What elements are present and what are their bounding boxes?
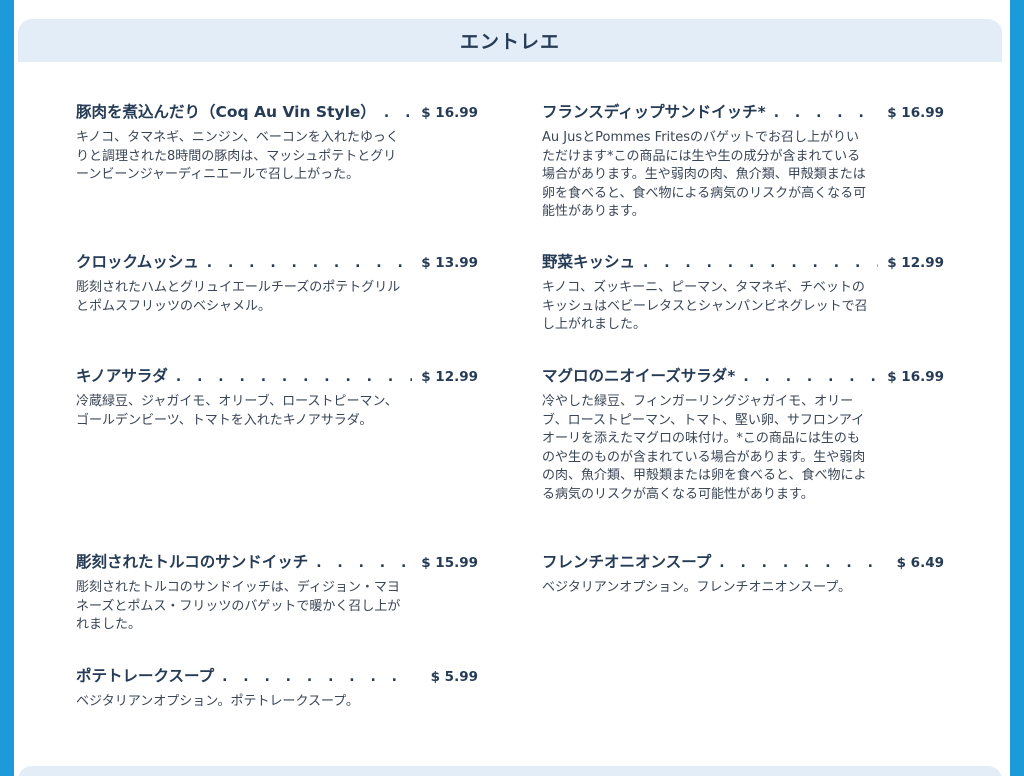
dot-leader xyxy=(207,255,412,271)
menu-item-turkey-sandwich: 彫刻されたトルコのサンドイッチ $ 15.99 彫刻されたトルコのサンドイッチは… xyxy=(76,550,478,635)
item-name: 彫刻されたトルコのサンドイッチ xyxy=(76,553,309,571)
dot-leader xyxy=(774,105,878,121)
menu-item-french-dip: フランスディップサンドイッチ* $ 16.99 Au JusとPommes Fr… xyxy=(542,100,944,222)
item-description: 彫刻されたハムとグリュイエールチーズのポテトグリルとポムスフリッツのベシャメル。 xyxy=(76,280,401,314)
menu-item-tuna-nicoise: マグロのニオイーズサラダ* $ 16.99 冷やした緑豆、フィンガーリングジャガ… xyxy=(542,364,944,504)
item-description: Au JusとPommes Fritesのバゲットでお召し上がりいただけます*こ… xyxy=(542,130,867,219)
menu-panel: エントレエ 豚肉を煮込んだり（Coq Au Vin Style） $ 16.99… xyxy=(14,0,1010,776)
dot-leader xyxy=(384,105,412,121)
dot-leader xyxy=(316,555,412,571)
item-price: $ 15.99 xyxy=(421,555,478,571)
item-description: ベジタリアンオプション。ポテトレークスープ。 xyxy=(76,694,359,709)
item-price: $ 5.99 xyxy=(430,669,478,685)
menu-item-potato-leek-soup: ポテトレークスープ $ 5.99 ベジタリアンオプション。ポテトレークスープ。 xyxy=(76,664,478,712)
item-price: $ 16.99 xyxy=(887,105,944,121)
item-description: キノコ、ズッキーニ、ピーマン、タマネギ、チベットのキッシュはベビーレタスとシャン… xyxy=(542,280,868,332)
dot-leader xyxy=(222,669,412,685)
menu-item-coq-au-vin: 豚肉を煮込んだり（Coq Au Vin Style） $ 16.99 キノコ、タ… xyxy=(76,100,478,185)
menu-item-croque-monsieur: クロックムッシュ $ 13.99 彫刻されたハムとグリュイエールチーズのポテトグ… xyxy=(76,250,478,316)
item-name: フレンチオニオンスープ xyxy=(542,553,712,571)
item-description: 冷やした緑豆、フィンガーリングジャガイモ、オリーブ、ローストピーマン、トマト、堅… xyxy=(542,394,867,502)
item-description: キノコ、タマネギ、ニンジン、ベーコンを入れたゆっくりと調理された8時間の豚肉は、… xyxy=(76,130,399,182)
menu-item-french-onion-soup: フレンチオニオンスープ $ 6.49 ベジタリアンオプション。フレンチオニオンス… xyxy=(542,550,944,598)
dot-leader xyxy=(643,255,878,271)
dot-leader xyxy=(743,369,878,385)
item-price: $ 16.99 xyxy=(887,369,944,385)
item-name: 豚肉を煮込んだり（Coq Au Vin Style） xyxy=(76,103,376,121)
item-name: フランスディップサンドイッチ* xyxy=(542,103,766,121)
item-price: $ 12.99 xyxy=(887,255,944,271)
section-header: エントレエ xyxy=(18,19,1002,62)
section-title: エントレエ xyxy=(459,31,560,53)
item-name: マグロのニオイーズサラダ* xyxy=(542,367,736,385)
item-price: $ 16.99 xyxy=(421,105,478,121)
item-price: $ 13.99 xyxy=(421,255,478,271)
item-price: $ 6.49 xyxy=(896,555,944,571)
next-section-header xyxy=(18,766,1002,776)
dot-leader xyxy=(719,555,878,571)
item-description: 冷蔵緑豆、ジャガイモ、オリーブ、ローストピーマン、ゴールデンビーツ、トマトを入れ… xyxy=(76,394,398,428)
dot-leader xyxy=(176,369,412,385)
item-name: キノアサラダ xyxy=(76,367,168,385)
item-description: ベジタリアンオプション。フレンチオニオンスープ。 xyxy=(542,580,852,595)
item-name: ポテトレークスープ xyxy=(76,667,215,685)
item-name: 野菜キッシュ xyxy=(542,253,636,271)
item-price: $ 12.99 xyxy=(421,369,478,385)
item-description: 彫刻されたトルコのサンドイッチは、ディジョン・マヨネーズとポムス・フリッツのバゲ… xyxy=(76,580,401,632)
menu-item-quinoa-salad: キノアサラダ $ 12.99 冷蔵緑豆、ジャガイモ、オリーブ、ローストピーマン、… xyxy=(76,364,478,430)
menu-item-vegetable-quiche: 野菜キッシュ $ 12.99 キノコ、ズッキーニ、ピーマン、タマネギ、チベットの… xyxy=(542,250,944,335)
item-name: クロックムッシュ xyxy=(76,253,199,271)
